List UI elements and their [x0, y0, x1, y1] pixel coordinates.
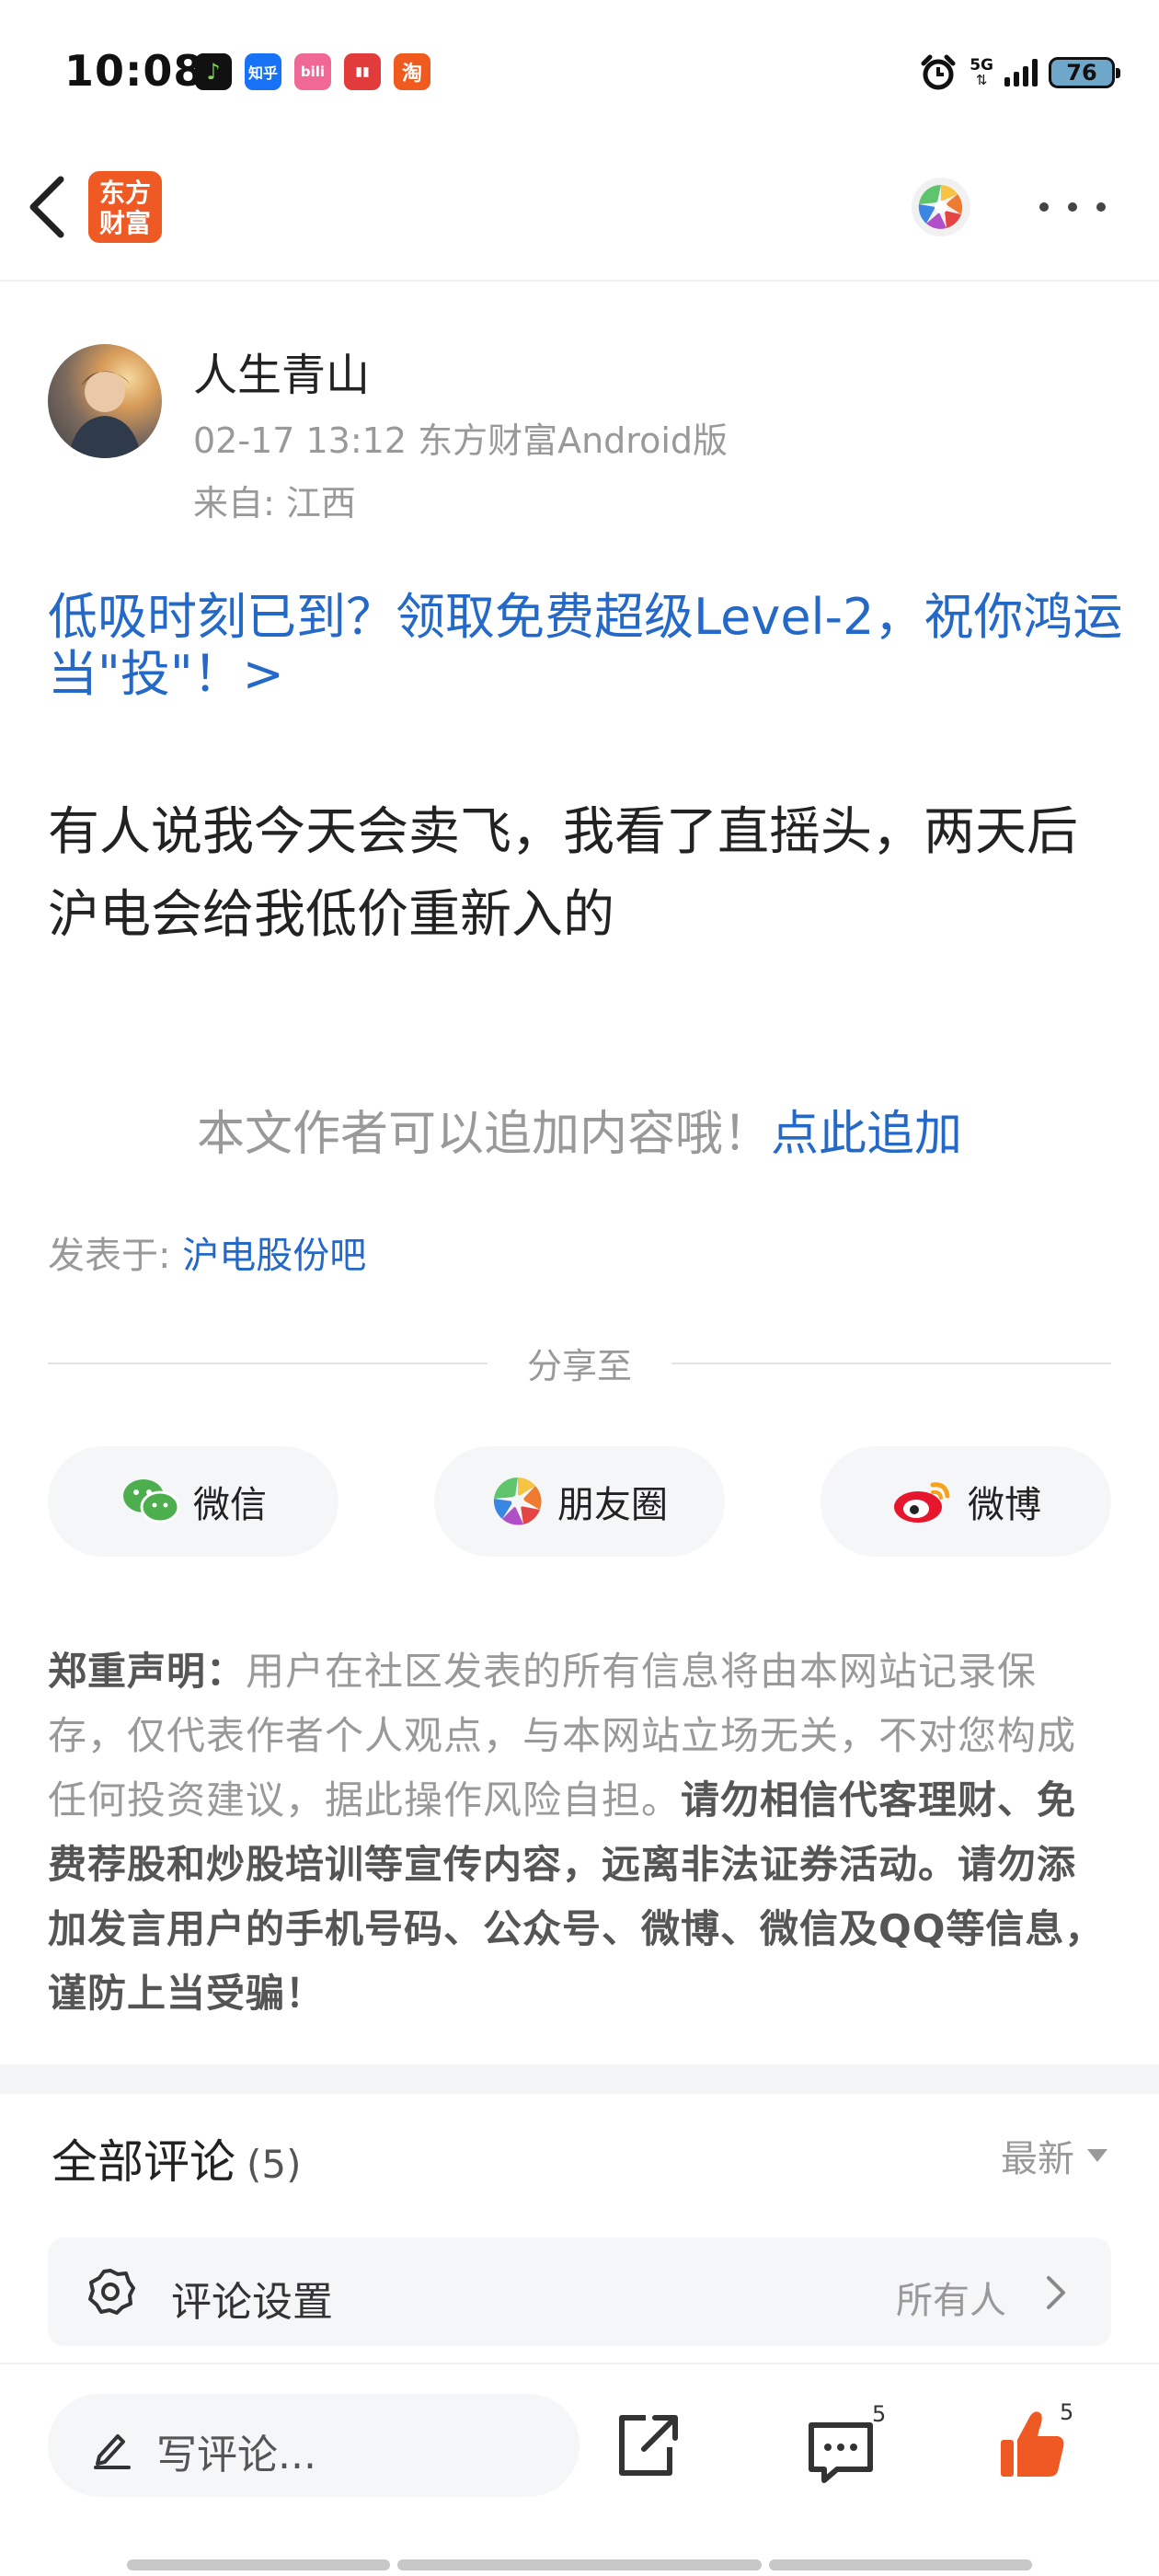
battery-indicator: 76 — [1049, 57, 1120, 88]
post-location: 来自: 江西 — [193, 483, 356, 523]
share-button[interactable] — [609, 2401, 683, 2484]
comment-settings-label: 评论设置 — [171, 2279, 333, 2326]
gesture-bar-left — [127, 2559, 390, 2570]
section-divider — [0, 2064, 1159, 2094]
status-right: 5G ⇅ 76 — [918, 50, 1120, 96]
append-text: 本文作者可以追加内容哦！ — [196, 1107, 771, 1162]
moments-share-icon[interactable] — [911, 177, 971, 237]
more-options-button[interactable] — [1039, 189, 1106, 225]
weibo-icon — [894, 1482, 950, 1523]
chart-app-icon: ▮▮ — [344, 53, 381, 90]
share-wechat-button[interactable]: 微信 — [48, 1446, 339, 1557]
data-arrows-icon: ⇅ — [975, 72, 988, 88]
comment-icon — [809, 2422, 873, 2483]
posted-in-label: 发表于: — [48, 1235, 183, 1277]
status-time: 10:08 — [64, 46, 204, 96]
nav-divider — [0, 280, 1159, 282]
back-button[interactable] — [20, 170, 75, 244]
share-moments-label: 朋友圈 — [557, 1484, 668, 1526]
share-label: 分享至 — [526, 1346, 632, 1386]
comment-count-badge: 5 — [872, 2401, 887, 2427]
gesture-bar-center — [397, 2559, 762, 2570]
post-body: 有人说我今天会卖飞，我看了直摇头，两天后沪电会给我低价重新入的 — [48, 802, 1078, 945]
dot-icon — [1096, 202, 1106, 212]
comment-button[interactable]: 5 — [804, 2401, 905, 2493]
music-app-icon: ♪ — [195, 53, 232, 90]
pencil-icon — [94, 2434, 131, 2469]
author-avatar[interactable] — [48, 344, 162, 458]
forum-link[interactable]: 沪电股份吧 — [182, 1235, 366, 1277]
bilibili-app-icon: bili — [294, 53, 331, 90]
comment-settings-row[interactable]: 评论设置 所有人 — [48, 2237, 1111, 2346]
share-wechat-label: 微信 — [193, 1484, 267, 1526]
sort-dropdown[interactable]: 最新 — [1001, 2129, 1107, 2182]
dot-icon — [1068, 202, 1077, 212]
share-icon — [619, 2415, 678, 2476]
disclaimer-title: 郑重声明： — [48, 1649, 247, 1694]
network-label: 5G — [970, 56, 993, 75]
comments-title: 全部评论 — [52, 2135, 235, 2189]
comments-count: (5) — [247, 2142, 302, 2187]
share-moments-button[interactable]: 朋友圈 — [434, 1446, 725, 1557]
append-prompt: 本文作者可以追加内容哦！点此追加 — [0, 1095, 1159, 1164]
alarm-icon — [921, 54, 956, 90]
taobao-app-icon: 淘 — [394, 53, 430, 90]
author-name[interactable]: 人生青山 — [193, 339, 370, 403]
share-weibo-label: 微博 — [968, 1484, 1041, 1526]
like-count-badge: 5 — [1060, 2399, 1074, 2425]
sort-label: 最新 — [1001, 2138, 1074, 2180]
gear-icon — [88, 2269, 135, 2315]
thumbs-up-icon — [1001, 2411, 1064, 2477]
wechat-icon — [123, 1479, 180, 1524]
chevron-left-icon — [29, 176, 64, 238]
write-comment-input[interactable]: 写评论... — [48, 2394, 580, 2497]
share-weibo-button[interactable]: 微博 — [820, 1446, 1111, 1557]
append-link[interactable]: 点此追加 — [771, 1107, 962, 1162]
promo-link[interactable]: 低吸时刻已到？领取免费超级Level-2，祝你鸿运当"投"！> — [48, 589, 1124, 703]
dot-icon — [1039, 202, 1049, 212]
chevron-right-icon — [1047, 2276, 1065, 2309]
post-meta: 02-17 13:12 东方财富Android版 — [193, 420, 729, 461]
comments-header: 全部评论 (5) — [52, 2125, 302, 2191]
moments-icon — [493, 1477, 542, 1525]
bottom-bar-divider — [0, 2363, 1159, 2364]
posted-in: 发表于: 沪电股份吧 — [48, 1225, 366, 1279]
signal-icon — [1004, 59, 1038, 86]
gesture-bar-right — [769, 2559, 1032, 2570]
disclaimer: 郑重声明：用户在社区发表的所有信息将由本网站记录保存，仅代表作者个人观点，与本网… — [48, 1639, 1111, 2026]
zhihu-app-icon: 知乎 — [245, 53, 281, 90]
comment-settings-value: 所有人 — [896, 2280, 1006, 2322]
like-button[interactable]: 5 — [995, 2398, 1096, 2490]
write-comment-placeholder: 写评论... — [156, 2432, 316, 2478]
caret-down-icon — [1087, 2149, 1107, 2162]
app-logo[interactable]: 东方财富 — [88, 171, 162, 243]
